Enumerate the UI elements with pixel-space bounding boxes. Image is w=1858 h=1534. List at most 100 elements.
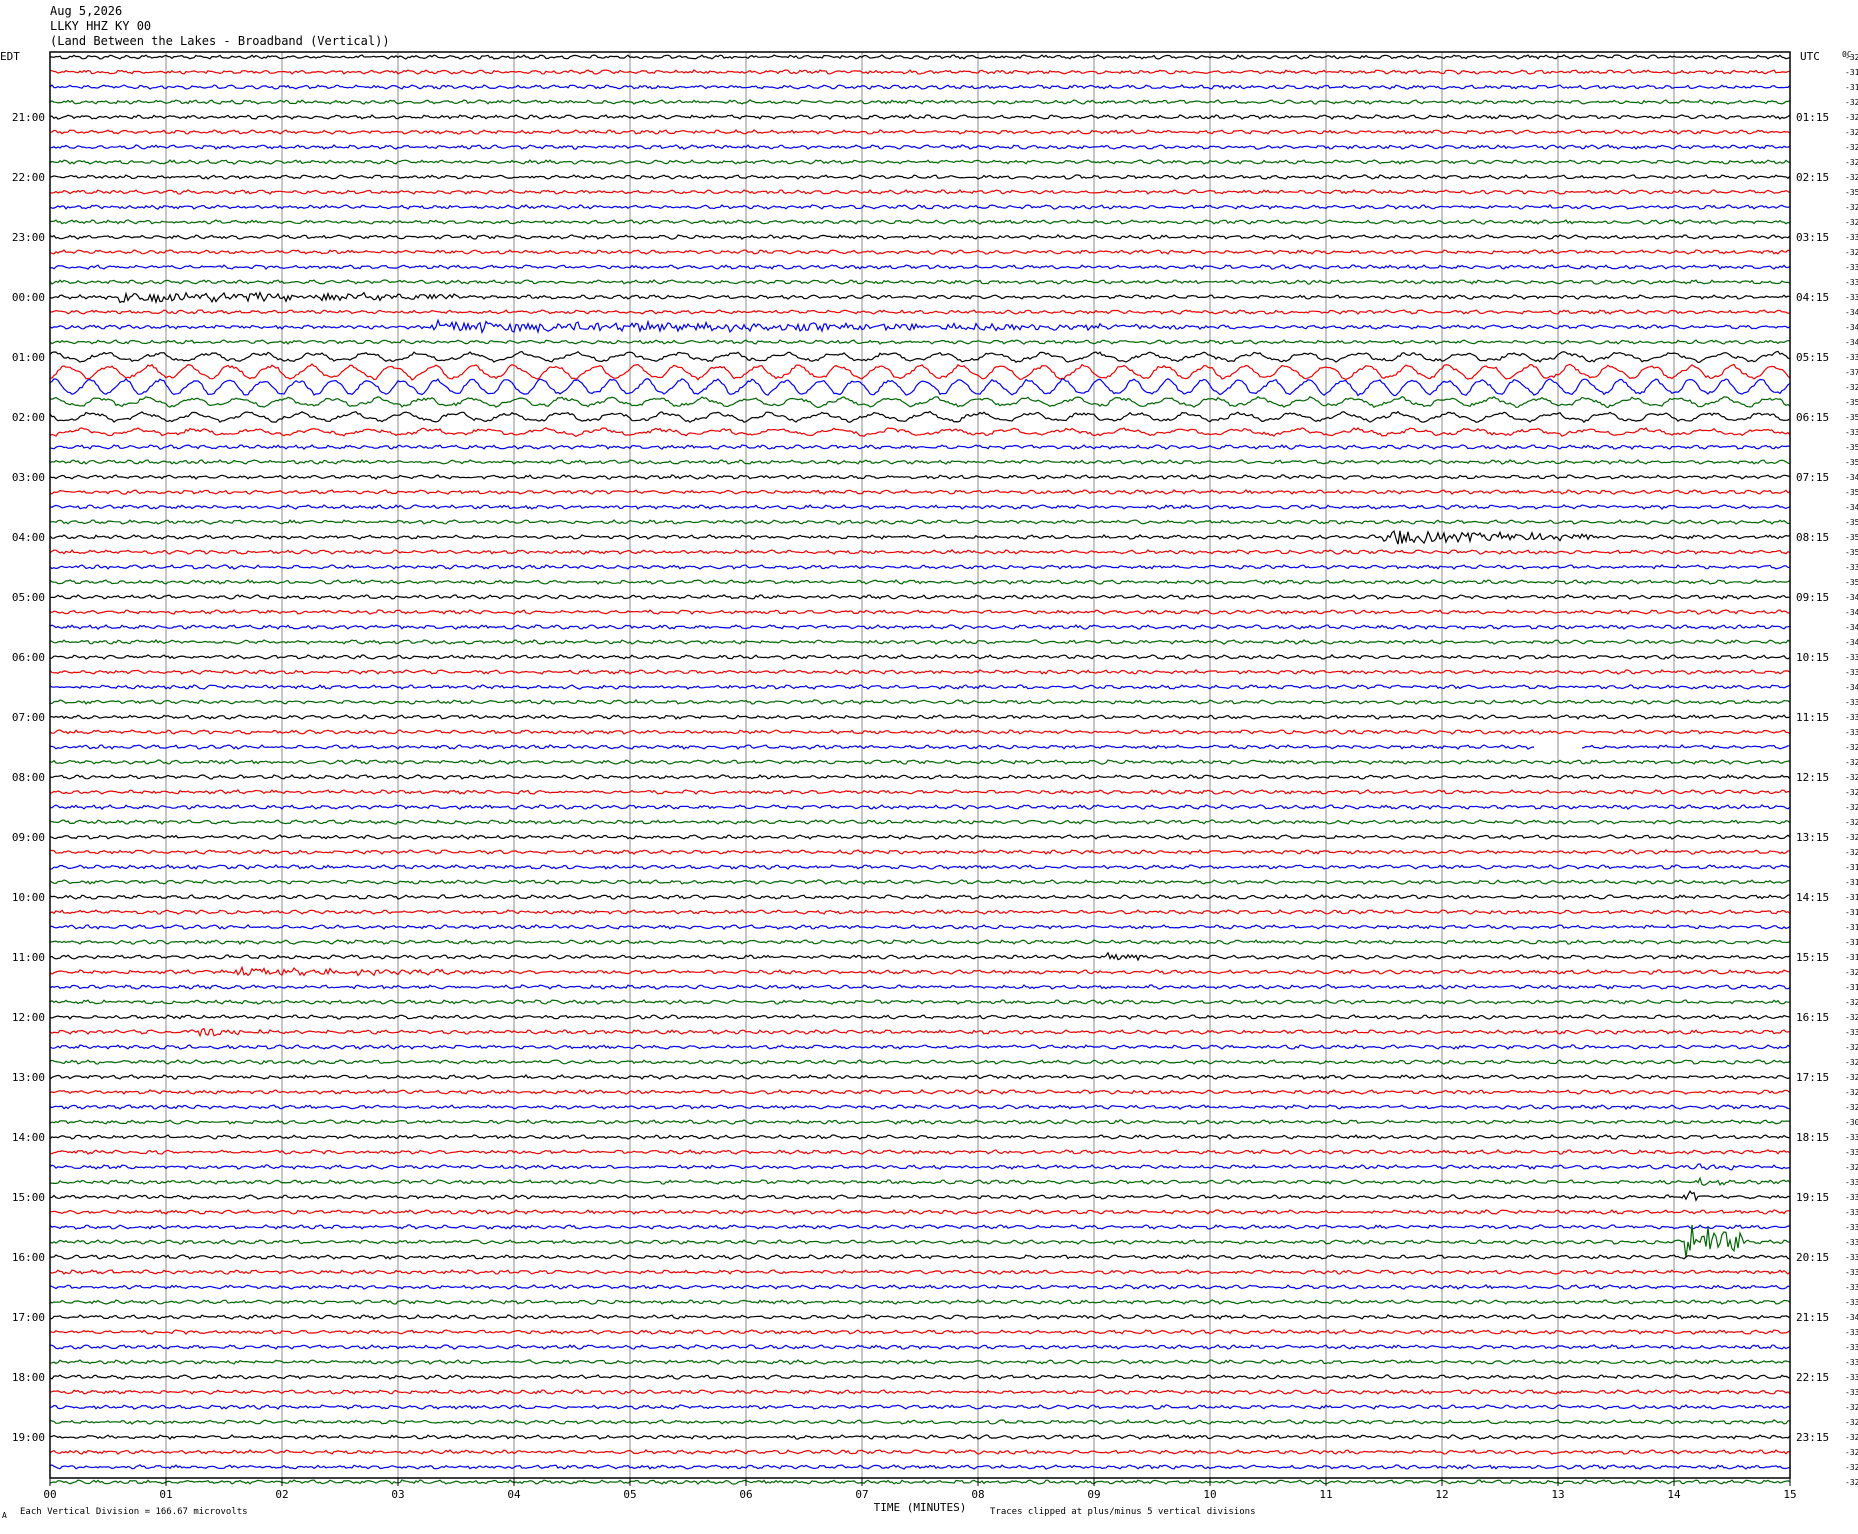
row-offset-label: -343 [1845,323,1858,332]
row-offset-label: -333 [1845,1253,1858,1262]
trace-line [49,1329,1791,1335]
row-offset-label: -336 [1845,278,1858,287]
left-hour-label: 04:00 [12,531,45,544]
trace-line [49,1449,1791,1455]
right-hour-label: 19:15 [1796,1191,1829,1204]
trace-line [49,669,1791,675]
trace-line [49,444,1791,450]
left-hour-label: 00:00 [12,291,45,304]
trace-line [49,474,1791,480]
right-hour-label: 13:15 [1796,831,1829,844]
right-timezone-label: UTC [1800,50,1820,63]
left-hour-label: 02:00 [12,411,45,424]
row-offset-label: -335 [1845,713,1858,722]
trace-line [49,395,1791,409]
x-tick-label: 11 [1319,1488,1332,1501]
trace-line [49,219,1791,225]
row-offset-label: -324 [1845,1058,1858,1067]
trace-line [49,1284,1791,1290]
row-offset-label: -324 [1845,968,1858,977]
row-offset-label: -329 [1845,173,1858,182]
x-tick-label: 07 [855,1488,868,1501]
row-offset-label: -342 [1845,608,1858,617]
right-hour-label: 10:15 [1796,651,1829,664]
trace-line [49,639,1791,645]
trace-line [49,1389,1791,1395]
trace-line [49,699,1791,705]
trace-line [49,909,1791,915]
trace-line [49,114,1791,120]
left-hour-label: 07:00 [12,711,45,724]
right-hour-labels: 01:15 02:15 03:15 04:15 05:15 06:15 07:15 08:15… [1796,111,1829,1444]
trace-line [49,99,1791,105]
row-offset-label: -353 [1845,518,1858,527]
x-tick-label: 15 [1783,1488,1796,1501]
trace-line [49,579,1791,585]
row-offset-label: -338 [1845,653,1858,662]
trace-line [49,1464,1791,1470]
row-offset-label: -334 [1845,1298,1858,1307]
right-hour-label: 02:15 [1796,171,1829,184]
row-offset-label: -332 [1845,698,1858,707]
row-offset-label: -353 [1845,548,1858,557]
trace-line [49,234,1791,240]
trace-line [49,714,1791,720]
trace-line [50,363,1791,381]
row-offset-label: -334 [1845,263,1858,272]
right-hour-label: 15:15 [1796,951,1829,964]
right-hour-label: 11:15 [1796,711,1829,724]
row-offset-label: -330 [1845,1268,1858,1277]
trace-line [49,564,1791,570]
trace-line [49,983,1791,991]
trace-line [49,1269,1791,1275]
trace-line [49,654,1791,660]
trace-line [49,1299,1791,1305]
row-offset-label: -313 [1845,878,1858,887]
row-offset-label: -318 [1845,908,1858,917]
row-offset-label: -322 [1845,1043,1858,1052]
trace-line [49,1059,1791,1065]
trace-line [49,594,1791,600]
x-tick-label: 05 [623,1488,636,1501]
trace-line [49,249,1791,255]
row-offset-label: -351 [1845,578,1858,587]
row-offset-label: -317 [1845,893,1858,902]
row-offset-label: -326 [1845,1433,1858,1442]
left-hour-label: 06:00 [12,651,45,664]
trace-line [49,864,1791,870]
row-offset-label: -323 [1845,758,1858,767]
x-tick-label: 09 [1087,1488,1100,1501]
seismic-traces [49,54,1791,1485]
right-hour-label: 17:15 [1796,1071,1829,1084]
trace-line [49,1374,1791,1380]
left-hour-label: 05:00 [12,591,45,604]
trace-line [49,1134,1791,1140]
row-offset-label: -317 [1845,923,1858,932]
row-offset-label: -353 [1845,533,1858,542]
trace-line [49,789,1791,795]
row-offset-label: -337 [1845,668,1858,677]
row-offset-label: -341 [1845,338,1858,347]
row-offset-label: -378 [1845,368,1858,377]
row-offset-label: -357 [1845,398,1858,407]
trace-line [49,1163,1791,1171]
right-hour-label: 06:15 [1796,411,1829,424]
left-hour-label: 19:00 [12,1431,45,1444]
row-offset-label: -322 [1845,1013,1858,1022]
left-hour-label: 23:00 [12,231,45,244]
trace-line [49,834,1791,840]
trace-line [49,849,1790,855]
right-hour-label: 07:15 [1796,471,1829,484]
row-offset-label: -331 [1845,1133,1858,1142]
row-offset-label: -328 [1845,1448,1858,1457]
right-hour-label: 03:15 [1796,231,1829,244]
row-offset-label: -321 [1845,383,1858,392]
trace-line [49,69,1791,75]
row-offset-label: -336 [1845,1283,1858,1292]
trace-line [49,1418,1791,1425]
right-hour-label: 21:15 [1796,1311,1829,1324]
left-hour-label: 18:00 [12,1371,45,1384]
trace-line [49,1404,1791,1410]
row-offset-label: -320 [1845,98,1858,107]
right-hour-label: 09:15 [1796,591,1829,604]
